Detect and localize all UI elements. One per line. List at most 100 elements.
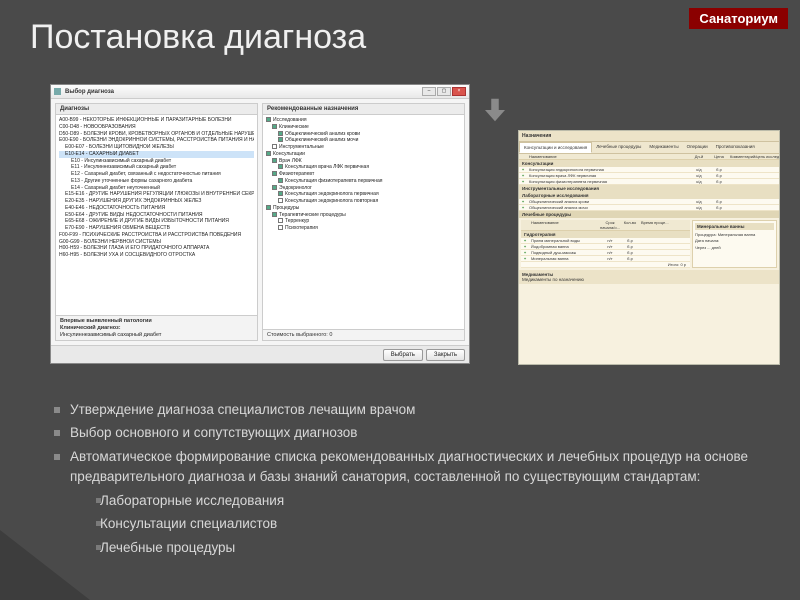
tree-item[interactable]: H60-H95 - БОЛЕЗНИ УХА И СОСЦЕВИДНОГО ОТР… bbox=[59, 252, 254, 259]
select-button[interactable]: Выбрать bbox=[383, 349, 423, 361]
decorative-triangle bbox=[0, 530, 90, 600]
tree-item[interactable]: E15-E16 - ДРУГИЕ НАРУШЕНИЯ РЕГУЛЯЦИИ ГЛЮ… bbox=[59, 191, 254, 198]
tcol-name: Наименование bbox=[529, 220, 600, 230]
rec-item[interactable]: Терренкур bbox=[266, 218, 461, 225]
sub-bullet-item: Лечебные процедуры bbox=[82, 538, 760, 558]
tree-item[interactable]: D50-D89 - БОЛЕЗНИ КРОВИ, КРОВЕТВОРНЫХ ОР… bbox=[59, 131, 254, 138]
row-price: б.р bbox=[709, 205, 729, 210]
row-comment bbox=[640, 244, 690, 249]
tree-item[interactable]: E00-E90 - БОЛЕЗНИ ЭНДОКРИННОЙ СИСТЕМЫ, Р… bbox=[59, 137, 254, 144]
rec-item[interactable]: Консультация эндокринолога повторная bbox=[266, 198, 461, 205]
tree-item[interactable]: E40-E46 - НЕДОСТАТОЧНОСТЬ ПИТАНИЯ bbox=[59, 205, 254, 212]
add-icon[interactable]: + bbox=[521, 238, 529, 243]
tree-item[interactable]: A00-B99 - НЕКОТОРЫЕ ИНФЕКЦИОННЫЕ И ПАРАЗ… bbox=[59, 117, 254, 124]
rec-item[interactable]: Исследования bbox=[266, 117, 461, 124]
tree-item[interactable]: E70-E90 - НАРУШЕНИЯ ОБМЕНА ВЕЩЕСТВ bbox=[59, 225, 254, 232]
tree-item[interactable]: E00-E07 - БОЛЕЗНИ ЩИТОВИДНОЙ ЖЕЛЕЗЫ bbox=[59, 144, 254, 151]
tree-item[interactable]: E12 - Сахарный диабет, связанный с недос… bbox=[59, 171, 254, 178]
row-price: б.р bbox=[620, 250, 640, 255]
prescriptions-header: Назначения bbox=[519, 131, 779, 142]
row-name: Консультация физиотерапевта первичная bbox=[527, 179, 689, 184]
row-days: к/д bbox=[689, 167, 709, 172]
rec-item[interactable]: Общеклинический анализ мочи bbox=[266, 137, 461, 144]
tree-item[interactable]: C00-D48 - НОВООБРАЗОВАНИЯ bbox=[59, 124, 254, 131]
checkbox-icon[interactable] bbox=[272, 158, 277, 163]
tree-item[interactable]: E14 - Сахарный диабет неуточненный bbox=[59, 185, 254, 192]
checkbox-icon[interactable] bbox=[278, 198, 283, 203]
rec-item[interactable]: Терапевтические процедуры bbox=[266, 212, 461, 219]
add-icon[interactable]: + bbox=[519, 199, 527, 204]
dialog-titlebar[interactable]: Выбор диагноза – ▢ × bbox=[51, 85, 469, 99]
close-dialog-button[interactable]: Закрыть bbox=[426, 349, 465, 361]
rec-item[interactable]: Консультация врача ЛФК первичная bbox=[266, 164, 461, 171]
add-icon[interactable]: + bbox=[521, 250, 529, 255]
checkbox-icon[interactable] bbox=[278, 218, 283, 223]
add-icon[interactable]: + bbox=[519, 205, 527, 210]
add-icon[interactable]: + bbox=[521, 256, 529, 261]
rec-item[interactable]: Процедуры bbox=[266, 205, 461, 212]
row-price: б.р bbox=[709, 167, 729, 172]
add-icon[interactable]: + bbox=[519, 173, 527, 178]
tab-med[interactable]: Медикаменты bbox=[645, 142, 682, 153]
add-icon[interactable]: + bbox=[519, 167, 527, 172]
tcol-start: Срок начала/о... bbox=[600, 220, 620, 230]
detail-card: Минеральные ванны Процедура: Минеральная… bbox=[692, 220, 777, 268]
tree-item[interactable]: E10-E14 - САХАРНЫЙ ДИАБЕТ bbox=[59, 151, 254, 158]
checkbox-icon[interactable] bbox=[266, 117, 271, 122]
tree-item[interactable]: E11 - Инсулиннезависимый сахарный диабет bbox=[59, 164, 254, 171]
rec-item[interactable]: Психотерапия bbox=[266, 225, 461, 232]
tree-item[interactable]: G00-G99 - БОЛЕЗНИ НЕРВНОЙ СИСТЕМЫ bbox=[59, 239, 254, 246]
rec-item[interactable]: Консультация физиотерапевта первичная bbox=[266, 178, 461, 185]
checkbox-icon[interactable] bbox=[272, 124, 277, 129]
tree-item[interactable]: E50-E64 - ДРУГИЕ ВИДЫ НЕДОСТАТОЧНОСТИ ПИ… bbox=[59, 212, 254, 219]
rec-item[interactable]: Общеклинический анализ крови bbox=[266, 131, 461, 138]
row-name: Подводный душ-массаж bbox=[529, 250, 600, 255]
checkbox-icon[interactable] bbox=[272, 171, 277, 176]
row-name: Общеклинический анализ мочи bbox=[527, 205, 689, 210]
rec-item[interactable]: Врач ЛФК bbox=[266, 158, 461, 165]
slide-title: Постановка диагноза bbox=[30, 18, 366, 57]
checkbox-icon[interactable] bbox=[272, 212, 277, 217]
tree-item[interactable]: E65-E68 - ОЖИРЕНИЕ И ДРУГИЕ ВИДЫ ИЗБЫТОЧ… bbox=[59, 218, 254, 225]
tab-treat[interactable]: Лечебные процедуры bbox=[592, 142, 645, 153]
checkbox-icon[interactable] bbox=[272, 144, 277, 149]
tab-consult[interactable]: Консультации и исследования bbox=[519, 142, 592, 153]
minimize-button[interactable]: – bbox=[422, 87, 436, 96]
checkbox-icon[interactable] bbox=[278, 178, 283, 183]
checkbox-icon[interactable] bbox=[278, 225, 283, 230]
tree-item[interactable]: E13 - Другие уточненные формы сахарного … bbox=[59, 178, 254, 185]
col-days: Дн-й bbox=[689, 154, 709, 159]
checkbox-icon[interactable] bbox=[278, 137, 283, 142]
sub-bullet-item: Лабораторные исследования bbox=[82, 491, 760, 511]
cost-label: Стоимость выбранного: 0 bbox=[267, 332, 332, 338]
total-label: Итого: 0 р bbox=[529, 262, 690, 267]
rec-item[interactable]: Эндокринолог bbox=[266, 185, 461, 192]
row-name: Консультация врача ЛФК первичная bbox=[527, 173, 689, 178]
tree-item[interactable]: E10 - Инсулинзависимый сахарный диабет bbox=[59, 158, 254, 165]
add-icon[interactable]: + bbox=[519, 179, 527, 184]
tab-contra[interactable]: Противопоказания bbox=[712, 142, 759, 153]
rec-item[interactable]: Инструментальные bbox=[266, 144, 461, 151]
checkbox-icon[interactable] bbox=[278, 164, 283, 169]
row-price: б.р bbox=[709, 173, 729, 178]
checkbox-icon[interactable] bbox=[272, 185, 277, 190]
tab-oper[interactable]: Операции bbox=[683, 142, 712, 153]
checkbox-icon[interactable] bbox=[266, 205, 271, 210]
brand-badge: Санаториум bbox=[689, 8, 788, 29]
recommendations-tree[interactable]: ИсследованияКлиническиеОбщеклинический а… bbox=[263, 115, 464, 329]
rec-item[interactable]: Консультация эндокринолога первичная bbox=[266, 191, 461, 198]
checkbox-icon[interactable] bbox=[278, 131, 283, 136]
tree-item[interactable]: F00-F99 - ПСИХИЧЕСКИЕ РАССТРОЙСТВА И РАС… bbox=[59, 232, 254, 239]
row-name: Минеральная ванна bbox=[529, 256, 600, 261]
rec-item[interactable]: Консультации bbox=[266, 151, 461, 158]
maximize-button[interactable]: ▢ bbox=[437, 87, 451, 96]
tree-item[interactable]: E20-E35 - НАРУШЕНИЯ ДРУГИХ ЭНДОКРИННЫХ Ж… bbox=[59, 198, 254, 205]
add-icon[interactable]: + bbox=[521, 244, 529, 249]
tree-item[interactable]: H00-H59 - БОЛЕЗНИ ГЛАЗА И ЕГО ПРИДАТОЧНО… bbox=[59, 245, 254, 252]
close-button[interactable]: × bbox=[452, 87, 466, 96]
checkbox-icon[interactable] bbox=[266, 151, 271, 156]
diagnoses-tree[interactable]: A00-B99 - НЕКОТОРЫЕ ИНФЕКЦИОННЫЕ И ПАРАЗ… bbox=[56, 115, 257, 315]
rec-item[interactable]: Клинические bbox=[266, 124, 461, 131]
rec-item[interactable]: Физиотерапевт bbox=[266, 171, 461, 178]
checkbox-icon[interactable] bbox=[278, 191, 283, 196]
